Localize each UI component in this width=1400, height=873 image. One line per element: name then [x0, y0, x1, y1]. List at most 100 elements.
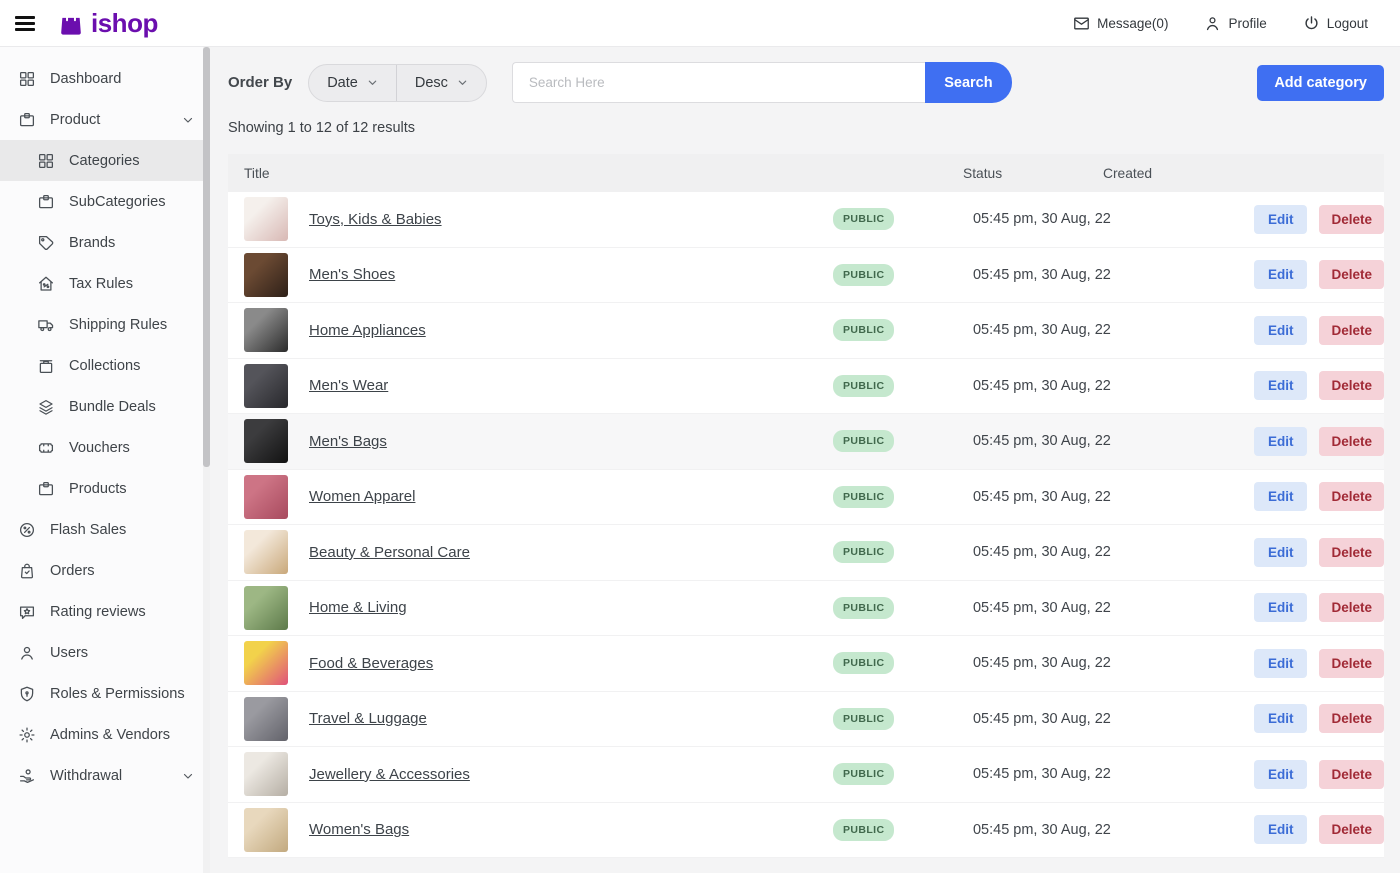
- cell-status: PUBLIC: [833, 652, 973, 674]
- cell-actions: Edit Delete: [1254, 427, 1384, 456]
- table-row: Women ApparelPUBLIC05:45 pm, 30 Aug, 22E…: [228, 470, 1384, 526]
- edit-button[interactable]: Edit: [1254, 593, 1308, 622]
- bag-check-icon: [18, 562, 36, 580]
- sidebar-item-admins-vendors[interactable]: Admins & Vendors: [0, 714, 210, 755]
- search-button[interactable]: Search: [925, 62, 1012, 103]
- cell-status: PUBLIC: [833, 763, 973, 785]
- status-badge: PUBLIC: [833, 541, 894, 563]
- table-row: Men's WearPUBLIC05:45 pm, 30 Aug, 22Edit…: [228, 359, 1384, 415]
- edit-button[interactable]: Edit: [1254, 316, 1308, 345]
- edit-button[interactable]: Edit: [1254, 649, 1308, 678]
- status-badge: PUBLIC: [833, 819, 894, 841]
- category-title-link[interactable]: Women Apparel: [309, 488, 415, 505]
- edit-button[interactable]: Edit: [1254, 371, 1308, 400]
- search-input[interactable]: [512, 62, 925, 103]
- archive-icon: [37, 357, 55, 375]
- sidebar-item-product[interactable]: Product: [0, 99, 210, 140]
- cell-status: PUBLIC: [833, 264, 973, 286]
- delete-button[interactable]: Delete: [1319, 760, 1384, 789]
- cell-status: PUBLIC: [833, 319, 973, 341]
- edit-button[interactable]: Edit: [1254, 760, 1308, 789]
- delete-button[interactable]: Delete: [1319, 704, 1384, 733]
- category-title-link[interactable]: Home Appliances: [309, 322, 426, 339]
- sidebar-item-label: Roles & Permissions: [50, 686, 185, 702]
- table-row: Women's BagsPUBLIC05:45 pm, 30 Aug, 22Ed…: [228, 803, 1384, 859]
- delete-button[interactable]: Delete: [1319, 427, 1384, 456]
- page-layout: DashboardProductCategoriesSubCategoriesB…: [0, 47, 1400, 873]
- table-row: Men's BagsPUBLIC05:45 pm, 30 Aug, 22Edit…: [228, 414, 1384, 470]
- sort-field-value: Date: [327, 75, 358, 91]
- delete-button[interactable]: Delete: [1319, 482, 1384, 511]
- delete-button[interactable]: Delete: [1319, 260, 1384, 289]
- sidebar-item-roles-permissions[interactable]: Roles & Permissions: [0, 673, 210, 714]
- delete-button[interactable]: Delete: [1319, 815, 1384, 844]
- table-row: Travel & LuggagePUBLIC05:45 pm, 30 Aug, …: [228, 692, 1384, 748]
- category-title-link[interactable]: Men's Shoes: [309, 266, 395, 283]
- sidebar-item-users[interactable]: Users: [0, 632, 210, 673]
- delete-button[interactable]: Delete: [1319, 538, 1384, 567]
- top-nav: Message(0) Profile Logout: [1073, 15, 1368, 32]
- cell-status: PUBLIC: [833, 208, 973, 230]
- delete-button[interactable]: Delete: [1319, 316, 1384, 345]
- mail-icon: [1073, 15, 1090, 32]
- sidebar-item-products[interactable]: Products: [0, 468, 210, 509]
- category-thumbnail: [244, 586, 288, 630]
- grid-icon: [18, 70, 36, 88]
- sidebar-item-orders[interactable]: Orders: [0, 550, 210, 591]
- category-title-link[interactable]: Women's Bags: [309, 821, 409, 838]
- edit-button[interactable]: Edit: [1254, 427, 1308, 456]
- cell-title: Men's Shoes: [228, 253, 833, 297]
- sidebar-item-categories[interactable]: Categories: [0, 140, 210, 181]
- sidebar-scrollbar[interactable]: [203, 47, 210, 873]
- category-title-link[interactable]: Jewellery & Accessories: [309, 766, 470, 783]
- sidebar-item-rating-reviews[interactable]: Rating reviews: [0, 591, 210, 632]
- sidebar-item-flash-sales[interactable]: Flash Sales: [0, 509, 210, 550]
- sidebar-scrollbar-thumb[interactable]: [203, 47, 210, 467]
- edit-button[interactable]: Edit: [1254, 260, 1308, 289]
- category-title-link[interactable]: Men's Bags: [309, 433, 387, 450]
- category-title-link[interactable]: Men's Wear: [309, 377, 388, 394]
- sidebar-item-bundle-deals[interactable]: Bundle Deals: [0, 386, 210, 427]
- sidebar-item-shipping-rules[interactable]: Shipping Rules: [0, 304, 210, 345]
- box-icon: [18, 111, 36, 129]
- topnav-message-0[interactable]: Message(0): [1073, 15, 1168, 32]
- add-category-button[interactable]: Add category: [1257, 65, 1384, 101]
- category-thumbnail: [244, 308, 288, 352]
- delete-button[interactable]: Delete: [1319, 593, 1384, 622]
- category-title-link[interactable]: Travel & Luggage: [309, 710, 427, 727]
- power-icon: [1303, 15, 1320, 32]
- sidebar-item-dashboard[interactable]: Dashboard: [0, 58, 210, 99]
- sidebar-item-vouchers[interactable]: Vouchers: [0, 427, 210, 468]
- category-title-link[interactable]: Food & Beverages: [309, 655, 433, 672]
- sidebar-item-label: Tax Rules: [69, 276, 133, 292]
- edit-button[interactable]: Edit: [1254, 482, 1308, 511]
- edit-button[interactable]: Edit: [1254, 538, 1308, 567]
- edit-button[interactable]: Edit: [1254, 704, 1308, 733]
- sort-field-dropdown[interactable]: Date: [309, 65, 396, 101]
- brand-logo[interactable]: ishop: [57, 9, 158, 37]
- sidebar-item-tax-rules[interactable]: Tax Rules: [0, 263, 210, 304]
- delete-button[interactable]: Delete: [1319, 371, 1384, 400]
- cell-created: 05:45 pm, 30 Aug, 22: [973, 655, 1254, 671]
- topnav-logout[interactable]: Logout: [1303, 15, 1368, 32]
- delete-button[interactable]: Delete: [1319, 205, 1384, 234]
- sidebar-item-withdrawal[interactable]: Withdrawal: [0, 755, 210, 796]
- brand-name: ishop: [91, 10, 158, 36]
- sidebar-item-brands[interactable]: Brands: [0, 222, 210, 263]
- delete-button[interactable]: Delete: [1319, 649, 1384, 678]
- sidebar-item-subcategories[interactable]: SubCategories: [0, 181, 210, 222]
- sidebar-menu: DashboardProductCategoriesSubCategoriesB…: [0, 58, 210, 796]
- category-title-link[interactable]: Toys, Kids & Babies: [309, 211, 442, 228]
- shield-icon: [18, 685, 36, 703]
- edit-button[interactable]: Edit: [1254, 815, 1308, 844]
- table-row: Home AppliancesPUBLIC05:45 pm, 30 Aug, 2…: [228, 303, 1384, 359]
- sidebar-item-collections[interactable]: Collections: [0, 345, 210, 386]
- topnav-profile[interactable]: Profile: [1204, 15, 1266, 32]
- topnav-label: Logout: [1327, 16, 1368, 31]
- edit-button[interactable]: Edit: [1254, 205, 1308, 234]
- category-title-link[interactable]: Home & Living: [309, 599, 407, 616]
- category-title-link[interactable]: Beauty & Personal Care: [309, 544, 470, 561]
- menu-hamburger-icon[interactable]: [15, 12, 35, 35]
- sort-direction-dropdown[interactable]: Desc: [396, 65, 486, 101]
- table-row: Jewellery & AccessoriesPUBLIC05:45 pm, 3…: [228, 747, 1384, 803]
